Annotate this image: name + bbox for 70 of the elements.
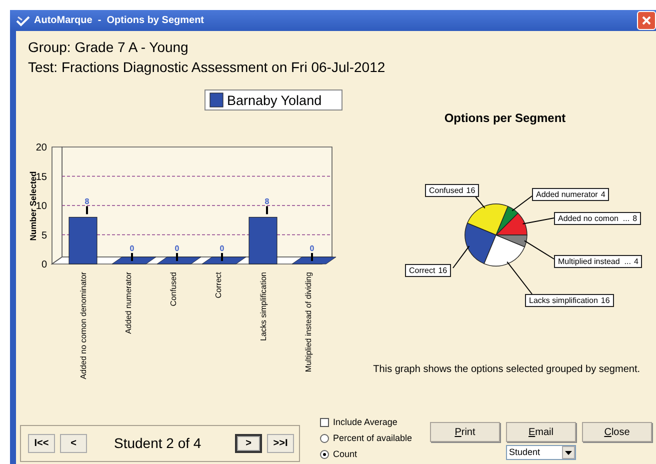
error-tick xyxy=(221,253,223,261)
slice-label: Correct xyxy=(409,266,436,276)
error-tick xyxy=(176,253,178,261)
error-tick xyxy=(311,253,313,261)
leader-line xyxy=(522,218,554,224)
slice-value: 4 xyxy=(634,256,638,266)
data-label: 0 xyxy=(310,244,314,253)
x-tick-label: Correct xyxy=(214,272,223,298)
data-label: 0 xyxy=(174,244,180,253)
nav-button[interactable]: I<< xyxy=(28,434,55,453)
bar xyxy=(248,216,278,264)
radio-button[interactable] xyxy=(320,434,329,443)
floor-segment-drawing xyxy=(292,256,336,264)
bar xyxy=(68,216,98,264)
action-button[interactable]: Email xyxy=(506,422,576,442)
slice-value: 16 xyxy=(600,296,610,306)
slice-value: 8 xyxy=(632,214,638,224)
x-tick-label: Lacks simplification xyxy=(259,272,268,341)
leader-line xyxy=(452,246,470,268)
nav-button[interactable]: < xyxy=(60,434,87,453)
y-tick-label: 0 xyxy=(41,260,47,270)
y-tick-label: 10 xyxy=(36,201,47,212)
legend-label: Barnaby Yoland xyxy=(227,93,322,108)
close-button[interactable] xyxy=(637,11,656,30)
group-label: Group: Grade 7 A - Young xyxy=(28,38,190,57)
test-label: Test: Fractions Diagnostic Assessment on Fri 06-Jul-2012 xyxy=(28,58,386,77)
data-label: 8 xyxy=(264,197,270,206)
slice-label: Added numerator xyxy=(536,190,598,200)
slice-label: Confused xyxy=(429,186,464,196)
y-tick-label: 15 xyxy=(36,172,47,183)
y-tick-label: 5 xyxy=(41,230,47,242)
leader-line xyxy=(506,261,532,294)
slice-label: Added no comon ... xyxy=(558,214,630,224)
slice-value: 16 xyxy=(438,266,448,276)
dropdown[interactable]: Student xyxy=(506,445,576,460)
data-label: 0 xyxy=(130,244,134,253)
y-tick-label: 20 xyxy=(36,142,47,154)
nav-button[interactable]: > xyxy=(235,434,262,453)
close-icon xyxy=(641,15,652,26)
nav-button[interactable]: >>I xyxy=(267,434,294,453)
legend-swatch xyxy=(210,92,224,108)
action-button[interactable]: Print xyxy=(430,422,500,442)
leader-line xyxy=(512,196,532,212)
leader-line xyxy=(524,240,554,260)
slice-label: Lacks simplification xyxy=(529,296,598,306)
x-tick-label: Confused xyxy=(169,272,178,306)
chart-title: Options per Segment xyxy=(443,110,567,126)
app-icon xyxy=(16,14,30,26)
slice-value: 4 xyxy=(600,190,606,200)
error-tick xyxy=(86,206,88,214)
x-tick-label: Multiplied instead of dividing xyxy=(304,272,313,372)
option-label: Include Average xyxy=(333,416,398,429)
radio-button[interactable] xyxy=(320,450,329,459)
error-tick xyxy=(131,253,133,261)
leader-line xyxy=(474,196,486,209)
data-label: 0 xyxy=(220,244,224,253)
error-tick xyxy=(266,206,268,214)
y-axis-title: Number Selected xyxy=(28,171,38,241)
x-tick-label: Added no comon denominator xyxy=(79,272,88,380)
window-title: AutoMarque - Options by Segment xyxy=(34,14,204,28)
chart-caption: This graph shows the options selected grouped by segment. xyxy=(372,363,640,377)
option-label: Count xyxy=(333,448,358,461)
checkbox[interactable] xyxy=(320,418,329,427)
data-label: 8 xyxy=(84,197,90,206)
option-label: Percent of available xyxy=(333,432,412,445)
slice-value: 16 xyxy=(466,186,476,196)
action-button[interactable]: Close xyxy=(582,422,652,442)
slice-label: Multiplied instead ... xyxy=(558,256,631,266)
student-counter: Student 2 of 4 xyxy=(114,434,202,453)
x-tick-label: Added numerator xyxy=(124,272,133,334)
